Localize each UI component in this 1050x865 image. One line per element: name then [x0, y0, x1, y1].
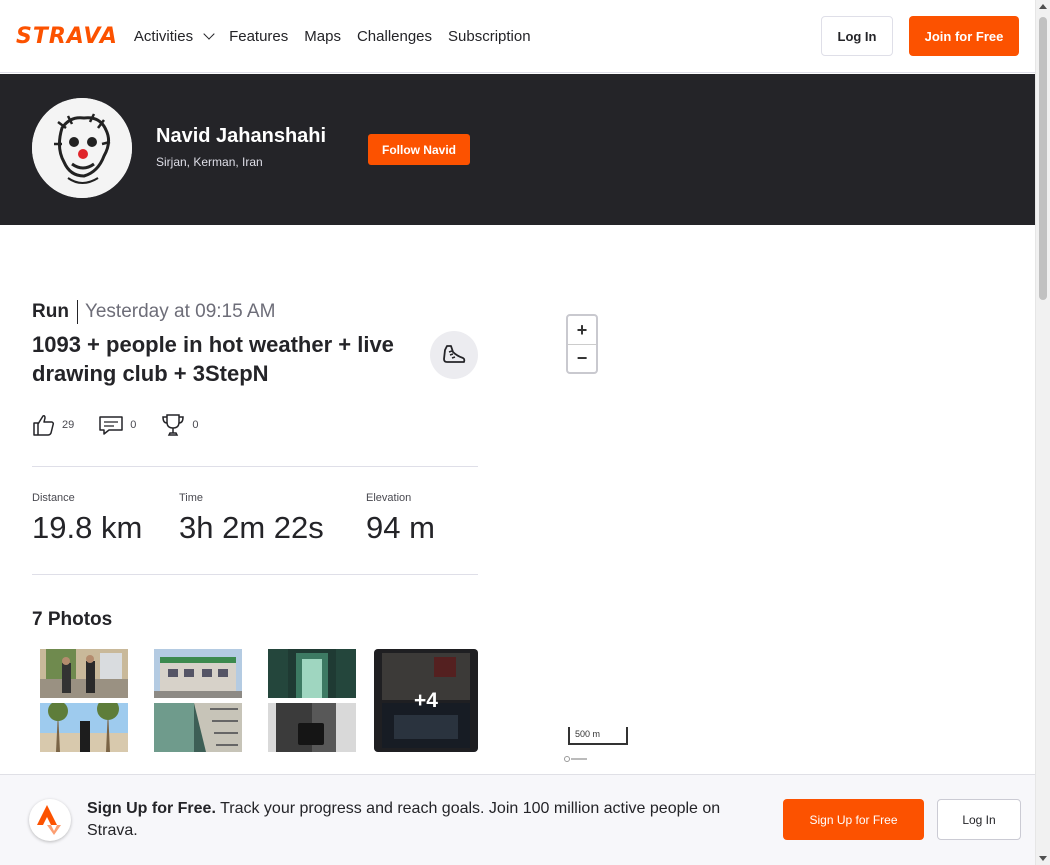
nav-item-label: Activities — [133, 27, 194, 45]
divider — [32, 574, 478, 575]
strava-app-icon — [29, 799, 71, 841]
follow-button[interactable]: Follow Navid — [368, 134, 470, 165]
more-photos-count: +4 — [414, 688, 438, 712]
stat-value: 94 m — [366, 510, 435, 545]
thumbs-up-icon — [33, 415, 55, 436]
mapbox-logo[interactable] — [564, 756, 588, 763]
photo-thumbnail[interactable] — [268, 649, 356, 698]
map-scale: 500 m — [568, 727, 628, 745]
photos-heading: 7 Photos — [32, 609, 113, 630]
signup-banner: Sign Up for Free. Track your progress an… — [0, 774, 1035, 865]
stat-value: 19.8 km — [32, 510, 143, 545]
shoe-icon — [443, 345, 466, 363]
activity-title: 1093 + people in hot weather + live draw… — [32, 332, 394, 386]
photo-thumbnail[interactable] — [40, 703, 128, 752]
photo-group[interactable] — [260, 649, 364, 752]
zoom-out-button[interactable]: − — [568, 344, 596, 372]
nav-item-maps[interactable]: Maps — [304, 28, 341, 45]
login-button[interactable]: Log In — [821, 16, 893, 56]
stat-distance: Distance 19.8 km — [32, 492, 142, 546]
chevron-down-icon — [203, 27, 215, 40]
athlete-name[interactable]: Navid Jahanshahi — [156, 125, 326, 148]
activity-type: Run — [32, 300, 78, 324]
banner-message: Sign Up for Free. Track your progress an… — [87, 798, 757, 842]
strava-logo[interactable]: STRAVA — [16, 24, 118, 49]
scroll-down-arrow-icon[interactable] — [1039, 856, 1047, 861]
zoom-in-button[interactable]: + — [568, 316, 596, 344]
activity-date: Yesterday at 09:15 AM — [84, 301, 276, 322]
nav-item-challenges[interactable]: Challenges — [357, 28, 432, 45]
comment-icon — [99, 416, 123, 435]
achievements-button[interactable]: 0 — [160, 412, 199, 438]
achievements-count: 0 — [192, 419, 199, 431]
nav-item-label: Subscription — [448, 27, 531, 45]
banner-headline: Sign Up for Free. — [87, 800, 216, 817]
nav-item-label: Features — [229, 27, 289, 45]
photo-group[interactable] — [32, 649, 136, 752]
stat-value: 3h 2m 22s — [179, 510, 324, 545]
social-bar: 29 0 0 — [32, 412, 223, 438]
page-scrollbar[interactable] — [1035, 0, 1050, 865]
signup-button[interactable]: Sign Up for Free — [783, 799, 924, 840]
photo-thumbnail[interactable] — [154, 703, 242, 752]
activity-meta: Run Yesterday at 09:15 AM — [32, 300, 275, 324]
more-photos-tile[interactable]: +4 — [374, 649, 478, 752]
athlete-location: Sirjan, Kerman, Iran — [156, 155, 263, 169]
photo-thumbnail[interactable] — [154, 649, 242, 698]
comments-count: 0 — [130, 419, 137, 431]
kudos-button[interactable]: 29 — [32, 413, 74, 437]
nav-item-features[interactable]: Features — [229, 28, 288, 45]
kudos-count: 29 — [62, 419, 75, 431]
join-button[interactable]: Join for Free — [909, 16, 1019, 56]
scroll-up-arrow-icon[interactable] — [1039, 4, 1047, 9]
nav-item-label: Maps — [304, 27, 341, 45]
banner-login-button[interactable]: Log In — [937, 799, 1021, 840]
nav-item-activities[interactable]: Activities — [133, 27, 215, 45]
photo-thumbnail[interactable] — [268, 703, 356, 752]
stat-label: Distance — [32, 492, 75, 504]
photo-group[interactable] — [146, 649, 250, 752]
nav-item-label: Challenges — [356, 27, 433, 45]
athlete-header: Navid Jahanshahi Sirjan, Kerman, Iran Fo… — [0, 74, 1035, 225]
scrollbar-thumb[interactable] — [1039, 17, 1047, 300]
stat-time: Time 3h 2m 22s — [179, 492, 324, 546]
photo-thumbnail[interactable] — [40, 649, 128, 698]
stat-label: Time — [179, 492, 204, 504]
avatar[interactable] — [32, 98, 132, 198]
trophy-icon — [162, 414, 185, 436]
nav-item-subscription[interactable]: Subscription — [448, 28, 531, 45]
map-zoom-control: + − — [566, 314, 598, 374]
shoe-gear-button[interactable] — [430, 331, 478, 379]
stat-label: Elevation — [366, 492, 412, 504]
divider — [32, 466, 478, 467]
top-nav: STRAVA Activities Features Maps Challeng… — [0, 0, 1035, 73]
stat-elevation: Elevation 94 m — [366, 492, 435, 546]
comments-button[interactable]: 0 — [98, 413, 136, 437]
